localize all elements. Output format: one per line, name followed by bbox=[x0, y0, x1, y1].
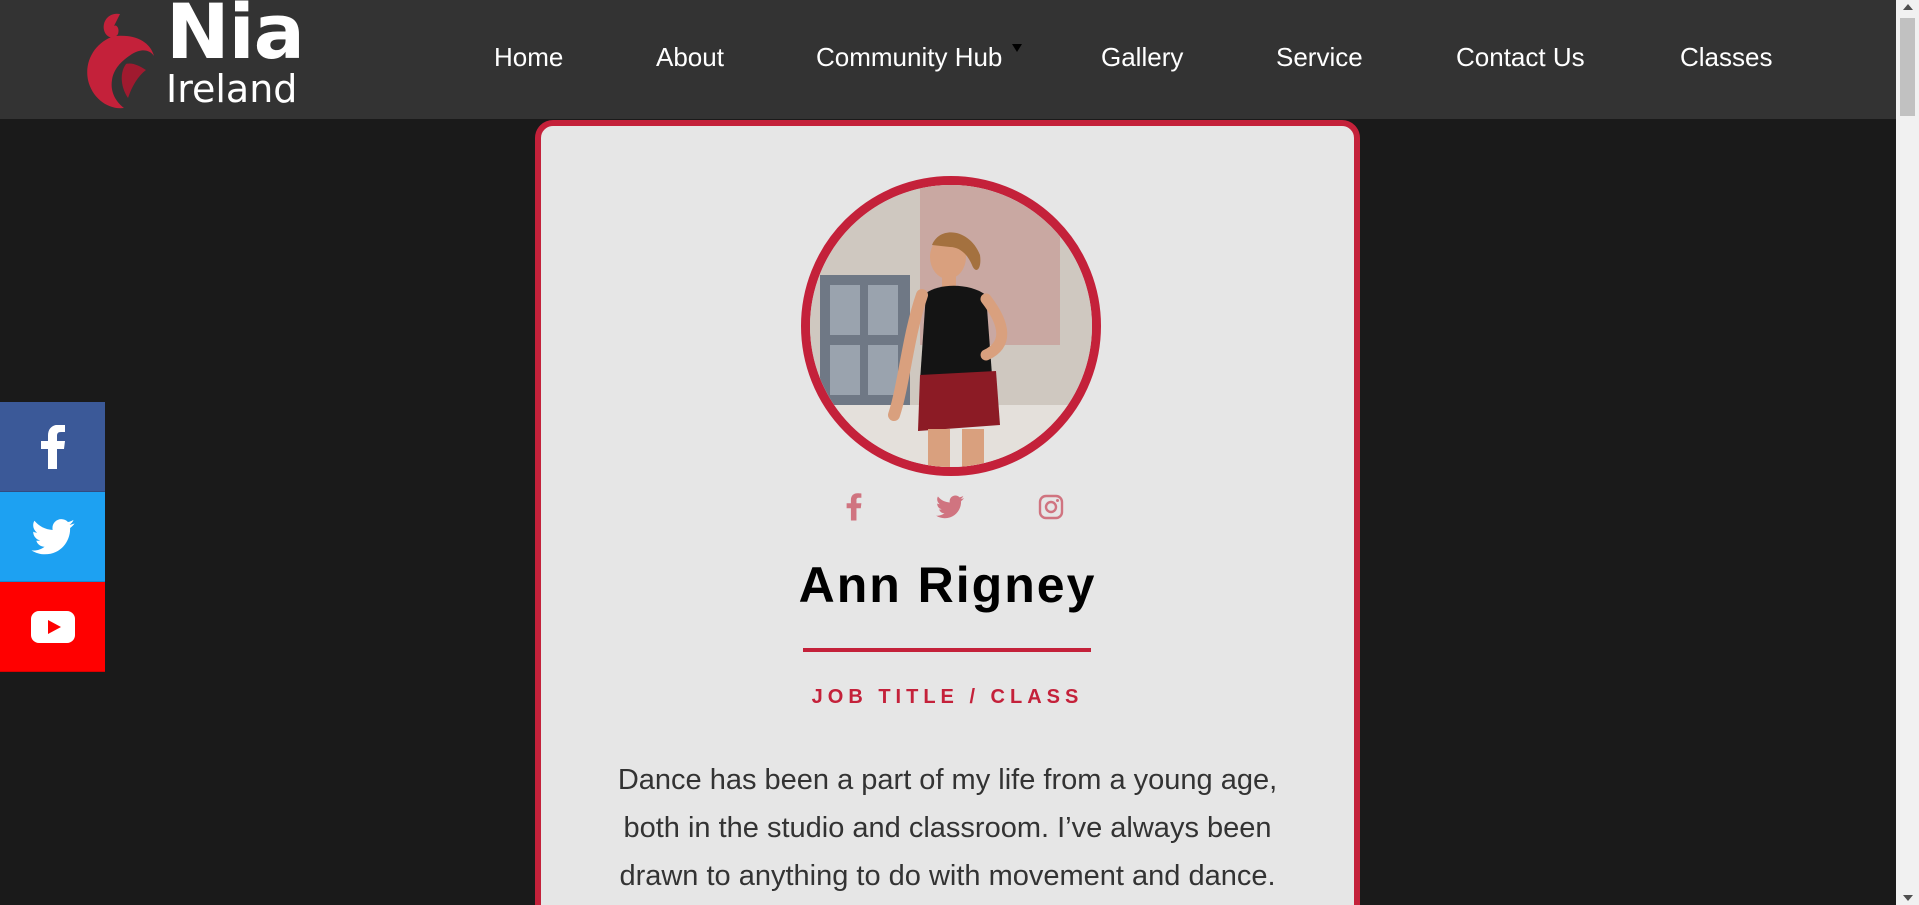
nav-service[interactable]: Service bbox=[1276, 42, 1363, 73]
nav-gallery[interactable]: Gallery bbox=[1101, 42, 1183, 73]
site-header: Nia Ireland Home About Community Hub Gal… bbox=[0, 0, 1896, 119]
page-scrollbar[interactable] bbox=[1896, 0, 1919, 905]
nav-home[interactable]: Home bbox=[494, 42, 563, 73]
profile-job-title: JOB TITLE / CLASS bbox=[811, 686, 1084, 708]
nav-community-hub[interactable]: Community Hub bbox=[816, 42, 1002, 73]
profile-facebook-link[interactable] bbox=[846, 493, 862, 526]
social-sidebar bbox=[0, 402, 105, 672]
profile-social-links bbox=[541, 493, 1354, 533]
nav-contact-us[interactable]: Contact Us bbox=[1456, 42, 1585, 73]
site-logo[interactable]: Nia Ireland bbox=[80, 0, 305, 112]
profile-twitter-link[interactable] bbox=[936, 495, 964, 524]
profile-card: Ann Rigney JOB TITLE / CLASS Dance has b… bbox=[535, 120, 1360, 905]
chevron-down-icon[interactable] bbox=[1012, 44, 1022, 52]
logo-subtitle: Ireland bbox=[166, 67, 298, 111]
twitter-icon bbox=[30, 518, 75, 554]
nav-about[interactable]: About bbox=[656, 42, 724, 73]
sidebar-twitter-button[interactable] bbox=[0, 492, 105, 582]
instagram-icon bbox=[1038, 494, 1064, 520]
profile-instagram-link[interactable] bbox=[1038, 494, 1064, 525]
scroll-thumb[interactable] bbox=[1900, 18, 1915, 116]
scroll-up-icon[interactable] bbox=[1903, 4, 1913, 10]
profile-name: Ann Rigney bbox=[798, 557, 1097, 613]
sidebar-facebook-button[interactable] bbox=[0, 402, 105, 492]
nav-classes[interactable]: Classes bbox=[1680, 42, 1772, 73]
twitter-icon bbox=[936, 495, 964, 519]
nia-logo-mark-icon bbox=[87, 13, 154, 109]
profile-photo bbox=[801, 176, 1101, 476]
facebook-icon bbox=[40, 424, 65, 469]
profile-bio: Dance has been a part of my life from a … bbox=[617, 764, 1278, 892]
name-divider bbox=[803, 648, 1091, 652]
sidebar-youtube-button[interactable] bbox=[0, 582, 105, 672]
logo-wordmark: Nia bbox=[166, 0, 305, 76]
scroll-down-icon[interactable] bbox=[1903, 895, 1913, 901]
facebook-icon bbox=[846, 493, 862, 521]
youtube-icon bbox=[30, 610, 75, 643]
